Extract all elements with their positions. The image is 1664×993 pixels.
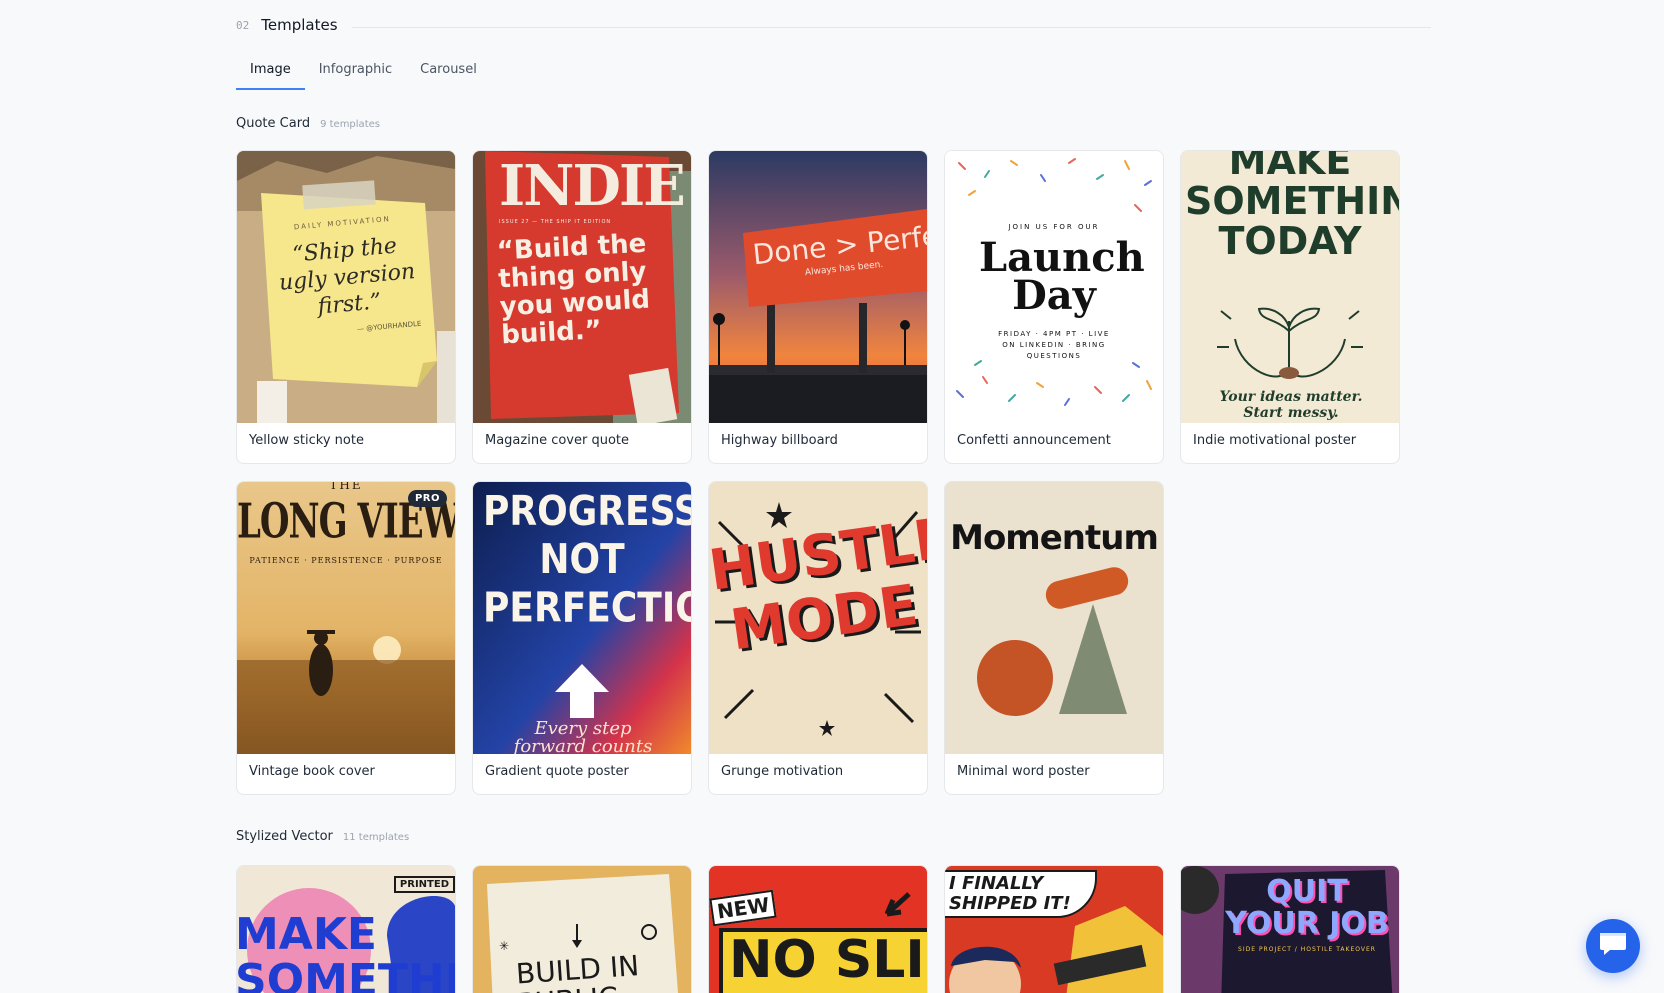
chat-bubble-icon bbox=[1599, 931, 1627, 961]
template-thumbnail: Momentum bbox=[945, 482, 1163, 754]
group-count: 9 templates bbox=[320, 119, 380, 130]
section-header: 02 Templates bbox=[236, 14, 1431, 36]
template-card-indie-motivational-poster[interactable]: MAKE SOMETHING TODAY Your ideas matter. … bbox=[1180, 150, 1400, 464]
template-thumbnail: HUSTLE MODE bbox=[709, 482, 927, 754]
section-divider bbox=[351, 26, 1431, 28]
template-card-confetti-announcement[interactable]: JOIN US FOR OUR Launch Day FRIDAY · 4PM … bbox=[944, 150, 1164, 464]
group-header-quote-card: Quote Card 9 templates bbox=[236, 116, 380, 131]
template-thumbnail: MAKE SOMETHING TODAY Your ideas matter. … bbox=[1181, 151, 1399, 423]
chat-button[interactable] bbox=[1586, 919, 1640, 973]
tab-carousel[interactable]: Carousel bbox=[406, 56, 491, 90]
art-headline: MAKE SOMETHING bbox=[237, 909, 455, 993]
template-label: Indie motivational poster bbox=[1193, 433, 1357, 448]
art-masthead: INDIE bbox=[499, 153, 686, 219]
svg-text:✳: ✳ bbox=[499, 939, 509, 953]
template-thumbnail: PROGRESS NOT PERFECTION Every step forwa… bbox=[473, 482, 691, 754]
art-subtitle: SIDE PROJECT / HOSTILE TAKEOVER bbox=[1238, 946, 1376, 953]
template-label: Confetti announcement bbox=[957, 433, 1111, 448]
art-footer: Your ideas matter. Start messy. bbox=[1219, 389, 1363, 421]
section-number: 02 bbox=[236, 18, 250, 32]
tab-infographic[interactable]: Infographic bbox=[305, 56, 406, 90]
art-eyebrow: JOIN US FOR OUR bbox=[1008, 223, 1100, 231]
template-card-highway-billboard[interactable]: Done > Perfe Always has been. Highway bi… bbox=[708, 150, 928, 464]
template-thumbnail: PRINTED MAKE SOMETHING bbox=[237, 866, 455, 993]
group-title: Stylized Vector bbox=[236, 829, 333, 844]
template-type-tabs: Image Infographic Carousel bbox=[236, 56, 491, 90]
art-quote: “Ship the ugly version first.” bbox=[278, 233, 417, 320]
template-label: Gradient quote poster bbox=[485, 764, 629, 779]
pro-badge: PRO bbox=[407, 490, 447, 507]
group-header-stylized-vector: Stylized Vector 11 templates bbox=[236, 829, 409, 844]
template-card-magazine-cover-quote[interactable]: INDIE ISSUE 27 — THE SHIP IT EDITION “Bu… bbox=[472, 150, 692, 464]
template-thumbnail: NEW NO SLIDES bbox=[709, 866, 927, 993]
art-headline: PROGRESS NOT PERFECTION bbox=[483, 488, 691, 632]
art-headline: Launch Day bbox=[979, 234, 1145, 319]
template-thumbnail: ✳ BUILD IN PUBLIC bbox=[473, 866, 691, 993]
template-thumbnail: I FINALLY SHIPPED IT! bbox=[945, 866, 1163, 993]
template-card-stylized-vector[interactable]: ✳ BUILD IN PUBLIC bbox=[472, 865, 692, 993]
template-card-minimal-word-poster[interactable]: Momentum Minimal word poster bbox=[944, 481, 1164, 795]
template-thumbnail: DAILY MOTIVATION “Ship the ugly version … bbox=[237, 151, 455, 423]
template-card-vintage-book-cover[interactable]: THE LONG VIEW PATIENCE · PERSISTENCE · P… bbox=[236, 481, 456, 795]
template-thumbnail: Done > Perfe Always has been. bbox=[709, 151, 927, 423]
art-headline: MAKE SOMETHING TODAY bbox=[1185, 151, 1399, 263]
art-issue: ISSUE 27 — THE SHIP IT EDITION bbox=[499, 219, 612, 225]
template-card-stylized-vector[interactable]: QUIT YOUR JOB SIDE PROJECT / HOSTILE TAK… bbox=[1180, 865, 1400, 993]
group-title: Quote Card bbox=[236, 116, 311, 131]
template-card-yellow-sticky-note[interactable]: DAILY MOTIVATION “Ship the ugly version … bbox=[236, 150, 456, 464]
art-headline: Momentum bbox=[950, 518, 1159, 558]
section-title: Templates bbox=[261, 16, 338, 34]
art-headline: BUILD IN PUBLIC bbox=[514, 949, 641, 993]
template-label: Vintage book cover bbox=[249, 764, 375, 779]
template-card-stylized-vector[interactable]: NEW NO SLIDES bbox=[708, 865, 928, 993]
template-card-stylized-vector[interactable]: PRINTED MAKE SOMETHING bbox=[236, 865, 456, 993]
template-label: Yellow sticky note bbox=[249, 433, 364, 448]
template-label: Grunge motivation bbox=[721, 764, 844, 779]
template-card-gradient-quote-poster[interactable]: PROGRESS NOT PERFECTION Every step forwa… bbox=[472, 481, 692, 795]
template-thumbnail: THE LONG VIEW PATIENCE · PERSISTENCE · P… bbox=[237, 482, 455, 754]
art-quote: “Build the thing only you would build.” bbox=[496, 228, 651, 351]
template-label: Magazine cover quote bbox=[485, 433, 630, 448]
group-count: 11 templates bbox=[342, 832, 410, 843]
art-footer: Every step forward counts bbox=[513, 718, 653, 755]
template-thumbnail: INDIE ISSUE 27 — THE SHIP IT EDITION “Bu… bbox=[473, 151, 691, 423]
template-label: Highway billboard bbox=[721, 433, 838, 448]
template-card-stylized-vector[interactable]: I FINALLY SHIPPED IT! bbox=[944, 865, 1164, 993]
art-details: FRIDAY · 4PM PT · LIVE ON LINKEDIN · BRI… bbox=[998, 330, 1110, 360]
template-label: Minimal word poster bbox=[957, 764, 1090, 779]
art-bubble: I FINALLY SHIPPED IT! bbox=[945, 870, 1097, 918]
tab-image[interactable]: Image bbox=[236, 56, 305, 90]
art-headline: NO SLIDES bbox=[729, 930, 927, 990]
template-thumbnail: JOIN US FOR OUR Launch Day FRIDAY · 4PM … bbox=[945, 151, 1163, 423]
art-subtitle: PATIENCE · PERSISTENCE · PURPOSE bbox=[249, 556, 443, 565]
art-headline: QUIT YOUR JOB bbox=[1225, 874, 1389, 941]
template-thumbnail: QUIT YOUR JOB SIDE PROJECT / HOSTILE TAK… bbox=[1181, 866, 1399, 993]
template-card-grunge-motivation[interactable]: HUSTLE MODE Grunge motivation bbox=[708, 481, 928, 795]
art-stamp: PRINTED bbox=[393, 876, 455, 893]
